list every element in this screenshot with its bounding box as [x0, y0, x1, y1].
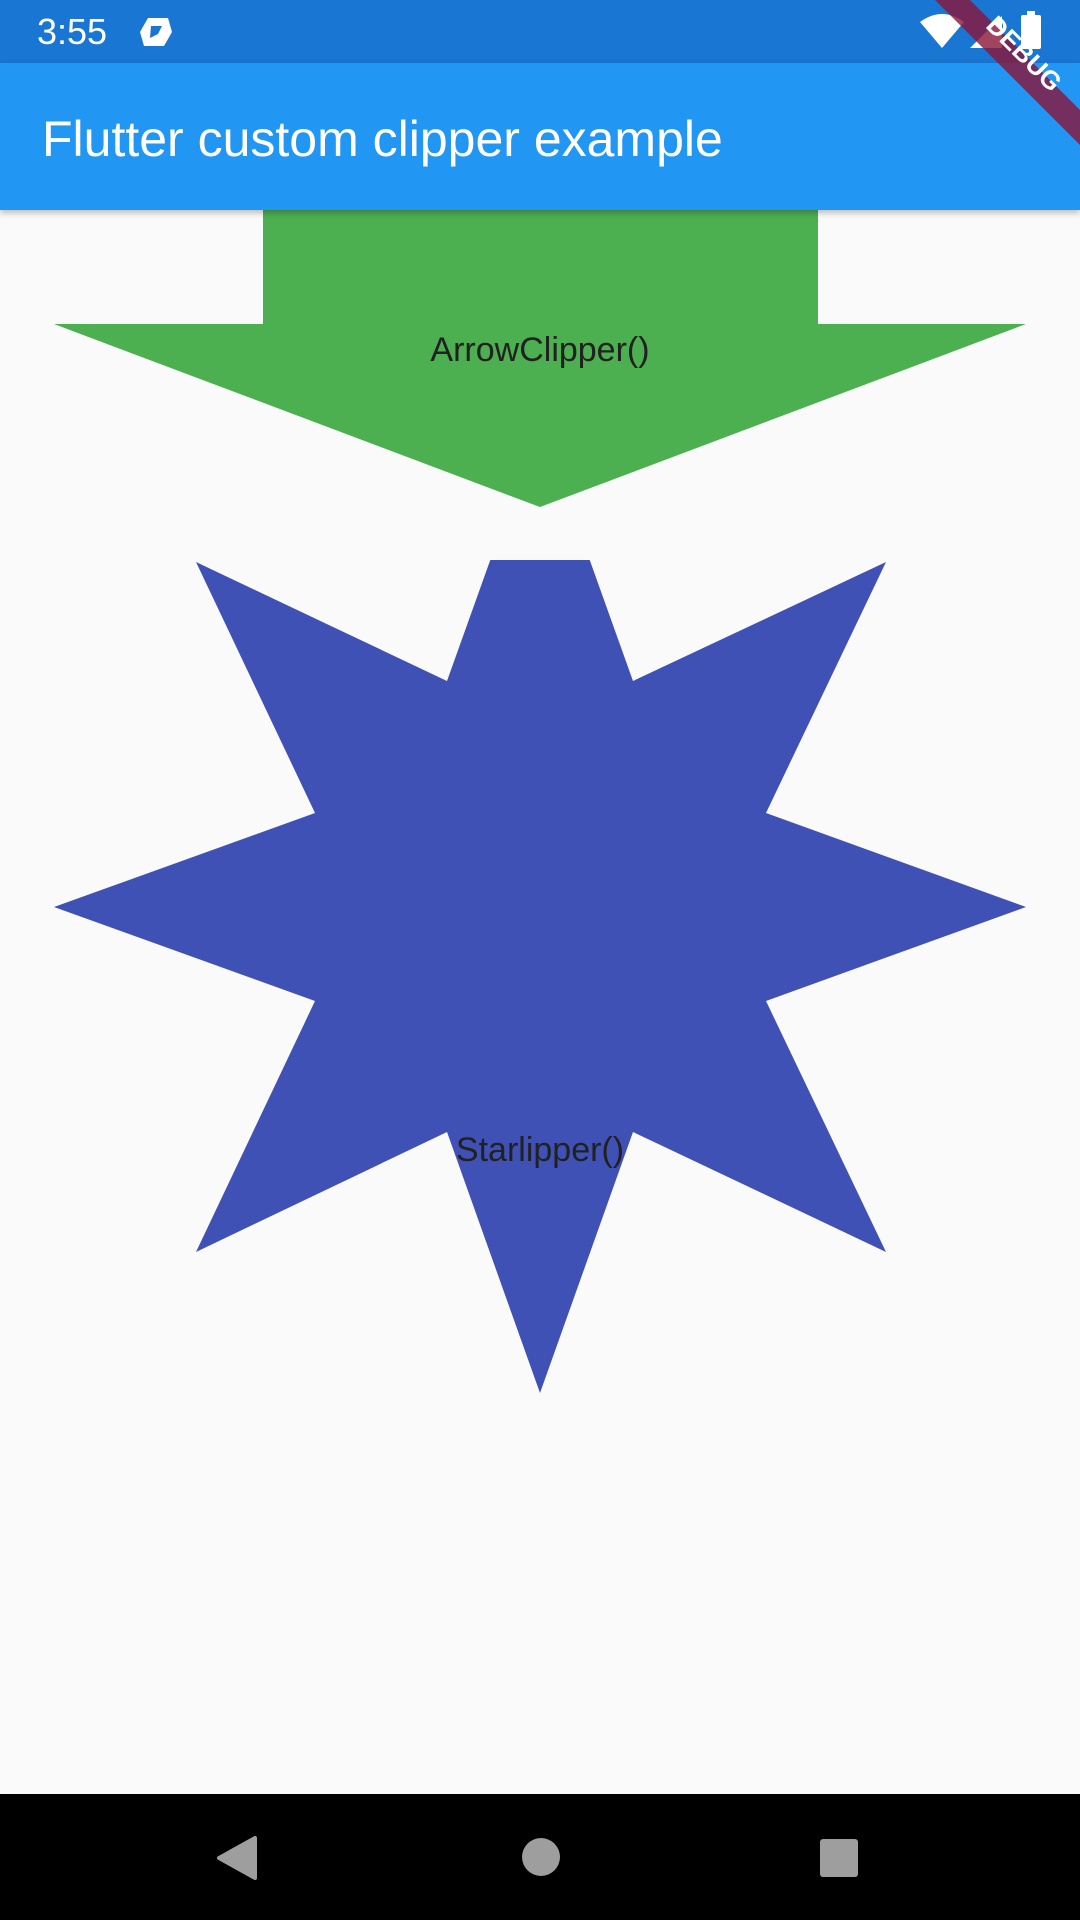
wifi-icon: [920, 14, 964, 48]
app-notification-icon: [140, 18, 172, 46]
app-bar: Flutter custom clipper example: [0, 63, 1080, 210]
status-time: 3:55: [37, 11, 108, 52]
status-bar: 3:55: [0, 0, 1080, 63]
content-area: ArrowClipper() Starlipper(): [0, 210, 1080, 1794]
home-icon[interactable]: [521, 1837, 561, 1877]
signal-icon: [970, 16, 1002, 48]
arrow-clipper-label: ArrowClipper(): [430, 331, 650, 369]
back-icon[interactable]: [213, 1834, 259, 1882]
star-clipper-shape: [54, 560, 1026, 1393]
battery-icon: [1021, 11, 1041, 49]
star-polygon: [54, 560, 1026, 1393]
star-clipper-label: Starlipper(): [455, 1131, 625, 1169]
app-title: Flutter custom clipper example: [42, 111, 723, 167]
navigation-bar: [0, 1794, 1080, 1920]
recents-icon[interactable]: [819, 1838, 859, 1878]
